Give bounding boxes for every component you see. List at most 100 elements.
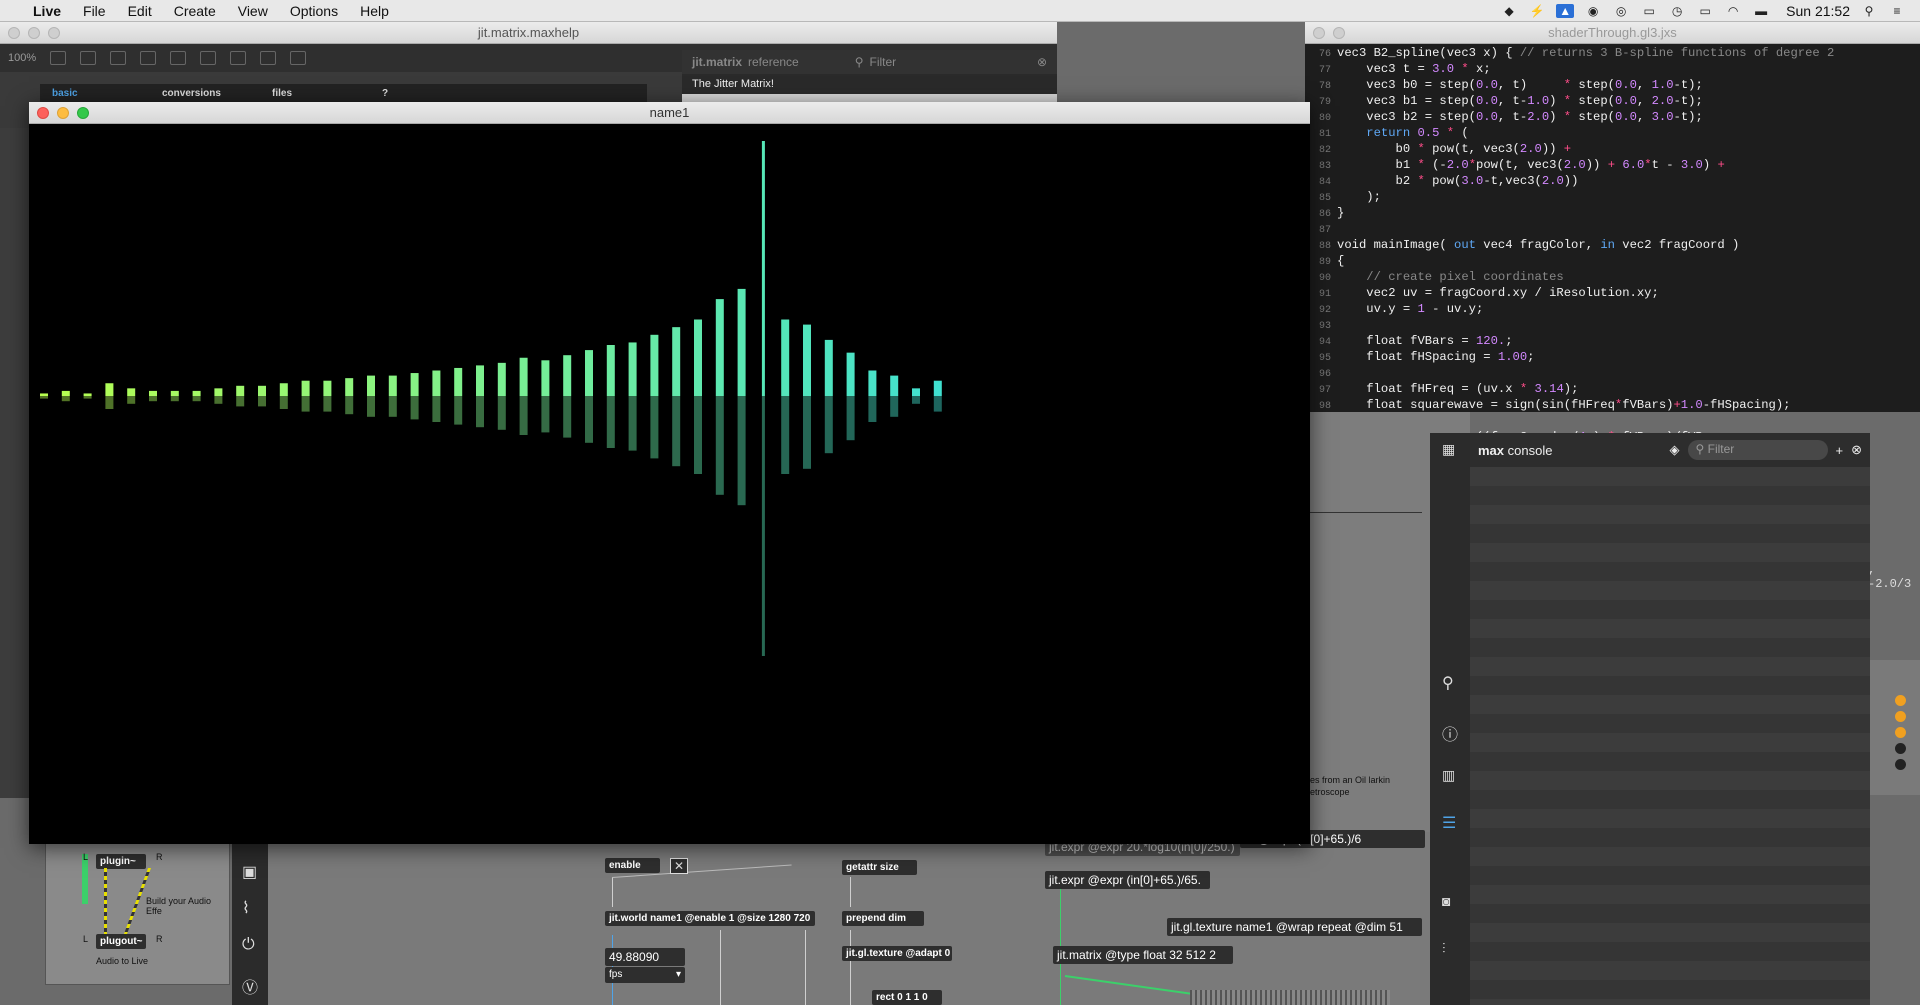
panel-icon[interactable]: [230, 51, 247, 65]
airplay-icon[interactable]: ▭: [1696, 4, 1714, 18]
code-line[interactable]: 96: [1305, 366, 1920, 382]
camera-icon[interactable]: ◙: [1442, 893, 1450, 909]
code-line[interactable]: 90 // create pixel coordinates: [1305, 270, 1920, 286]
jit-gl-texture-name1-object[interactable]: jit.gl.texture name1 @wrap repeat @dim 5…: [1167, 918, 1422, 936]
code-line[interactable]: 89{: [1305, 254, 1920, 270]
code-line[interactable]: 93: [1305, 318, 1920, 334]
book-icon[interactable]: ▥: [1442, 767, 1455, 784]
code-line[interactable]: 91 vec2 uv = fragCoord.xy / iResolution.…: [1305, 286, 1920, 302]
tab-files[interactable]: files: [260, 84, 370, 104]
tab-question[interactable]: ?: [370, 84, 480, 104]
vizzie-icon[interactable]: Ⓥ: [242, 974, 258, 998]
help-window-titlebar[interactable]: jit.matrix.maxhelp: [0, 22, 1057, 44]
code-line[interactable]: 78 vec3 b0 = step(0.0, t) * step(0.0, 1.…: [1305, 78, 1920, 94]
prepend-dim-message[interactable]: prepend dim: [842, 911, 924, 926]
paperclip-icon[interactable]: ⌇: [242, 898, 250, 918]
jit-world-object[interactable]: jit.world name1 @enable 1 @size 1280 720: [605, 911, 815, 926]
led-1[interactable]: [1895, 695, 1906, 706]
code-line[interactable]: 77 vec3 t = 3.0 * x;: [1305, 62, 1920, 78]
close-button[interactable]: [8, 27, 20, 39]
code-line[interactable]: 76 vec3 B2_spline(vec3 x) { // returns 3 …: [1305, 46, 1920, 62]
menu-view[interactable]: View: [227, 0, 279, 22]
plugin-object[interactable]: plugin~: [96, 854, 146, 869]
menu-app-live[interactable]: Live: [22, 0, 72, 22]
code-line[interactable]: 81 return 0.5 * (: [1305, 126, 1920, 142]
vpn-icon[interactable]: ▲: [1556, 3, 1575, 18]
fps-unit-menu[interactable]: fps ▾: [605, 967, 685, 983]
filter-search-icon[interactable]: ⚲: [855, 55, 864, 69]
jit-gl-texture-object[interactable]: jit.gl.texture @adapt 0: [842, 946, 952, 961]
wifi-icon[interactable]: ◠: [1724, 4, 1742, 18]
menu-create[interactable]: Create: [163, 0, 227, 22]
code-line[interactable]: 92 uv.y = 1 - uv.y;: [1305, 302, 1920, 318]
list-icon[interactable]: ☰: [1442, 813, 1456, 833]
jit-matrix-object[interactable]: jit.matrix @type float 32 512 2: [1053, 946, 1233, 964]
console-messages[interactable]: [1470, 467, 1870, 1005]
rect-message[interactable]: rect 0 1 1 0: [872, 990, 942, 1005]
add-icon[interactable]: +: [1836, 443, 1844, 458]
screen-icon[interactable]: ▭: [1640, 4, 1658, 18]
code-line[interactable]: 79 vec3 b1 = step(0.0, t-1.0) * step(0.0…: [1305, 94, 1920, 110]
led-3[interactable]: [1895, 727, 1906, 738]
close-ref-icon[interactable]: ⊗: [1037, 55, 1047, 69]
toggle-icon[interactable]: [140, 51, 157, 65]
code-line[interactable]: 84 b2 * pow(3.0-t,vec3(2.0)): [1305, 174, 1920, 190]
zoom-button[interactable]: [77, 107, 89, 119]
code-line[interactable]: 80 vec3 b2 = step(0.0, t-2.0) * step(0.0…: [1305, 110, 1920, 126]
code-line[interactable]: 85 );: [1305, 190, 1920, 206]
info-icon[interactable]: ⓘ: [1442, 721, 1458, 745]
close-button[interactable]: [37, 107, 49, 119]
slider-icon[interactable]: [200, 51, 217, 65]
enable-toggle-message[interactable]: enable: [605, 858, 660, 873]
led-5[interactable]: [1895, 759, 1906, 770]
code-line[interactable]: 88 void mainImage( out vec4 fragColor, in…: [1305, 238, 1920, 254]
plug-icon[interactable]: ⏻: [242, 936, 255, 954]
minimize-button[interactable]: [1333, 27, 1345, 39]
comment-icon[interactable]: [110, 51, 127, 65]
add-icon[interactable]: [290, 51, 307, 65]
code-line[interactable]: 95 float fHSpacing = 1.00;: [1305, 350, 1920, 366]
button-icon[interactable]: [170, 51, 187, 65]
code-line[interactable]: 82 b0 * pow(t, vec3(2.0)) +: [1305, 142, 1920, 158]
console-filter-input[interactable]: ⚲ Filter: [1687, 440, 1828, 460]
sync-icon[interactable]: ◎: [1612, 4, 1630, 18]
eye-icon[interactable]: ◉: [1584, 4, 1602, 18]
code-area[interactable]: 76 vec3 B2_spline(vec3 x) { // returns 3 …: [1305, 46, 1920, 462]
led-2[interactable]: [1895, 711, 1906, 722]
search-icon[interactable]: ⚲: [1442, 673, 1454, 693]
close-button[interactable]: [1313, 27, 1325, 39]
render-window-titlebar[interactable]: name1: [29, 102, 1310, 124]
battery-icon[interactable]: ▬: [1752, 4, 1770, 18]
tab-basic[interactable]: basic: [40, 84, 150, 104]
zoom-level[interactable]: 100%: [8, 52, 36, 64]
menu-help[interactable]: Help: [349, 0, 400, 22]
getattr-size[interactable]: getattr size: [842, 860, 917, 875]
plugout-object[interactable]: plugout~: [96, 934, 146, 949]
code-line[interactable]: 97 float fHFreq = (uv.x * 3.14);: [1305, 382, 1920, 398]
minimize-button[interactable]: [28, 27, 40, 39]
code-line[interactable]: 87: [1305, 222, 1920, 238]
dial-icon[interactable]: [260, 51, 277, 65]
mixer-icon[interactable]: ⫶: [1442, 940, 1446, 957]
code-line[interactable]: 83 b1 * (-2.0*pow(t, vec3(2.0)) + 6.0*t …: [1305, 158, 1920, 174]
menu-options[interactable]: Options: [279, 0, 349, 22]
notification-center-icon[interactable]: ≡: [1888, 4, 1906, 18]
code-line[interactable]: 86}: [1305, 206, 1920, 222]
image-icon[interactable]: ▣: [242, 862, 257, 882]
grid-icon[interactable]: ▦: [1442, 441, 1460, 457]
jit-expr-scale-object[interactable]: jit.expr @expr (in[0]+65.)/65.: [1045, 871, 1210, 889]
dropbox-icon[interactable]: ◆: [1500, 4, 1518, 18]
filter-label[interactable]: Filter: [870, 55, 897, 69]
led-4[interactable]: [1895, 743, 1906, 754]
toggle-checkbox[interactable]: ✕: [670, 858, 688, 874]
menu-file[interactable]: File: [72, 0, 117, 22]
clock[interactable]: Sun 21:52: [1780, 3, 1850, 19]
code-window-titlebar[interactable]: shaderThrough.gl3.jxs: [1305, 22, 1920, 44]
menu-edit[interactable]: Edit: [117, 0, 163, 22]
code-line[interactable]: 94 float fVBars = 120.;: [1305, 334, 1920, 350]
minimize-button[interactable]: [57, 107, 69, 119]
timemachine-icon[interactable]: ◷: [1668, 4, 1686, 18]
close-icon[interactable]: ⊗: [1851, 442, 1862, 458]
tab-conversions[interactable]: conversions: [150, 84, 260, 104]
diamond-nav-icon[interactable]: ◈: [1670, 442, 1680, 458]
